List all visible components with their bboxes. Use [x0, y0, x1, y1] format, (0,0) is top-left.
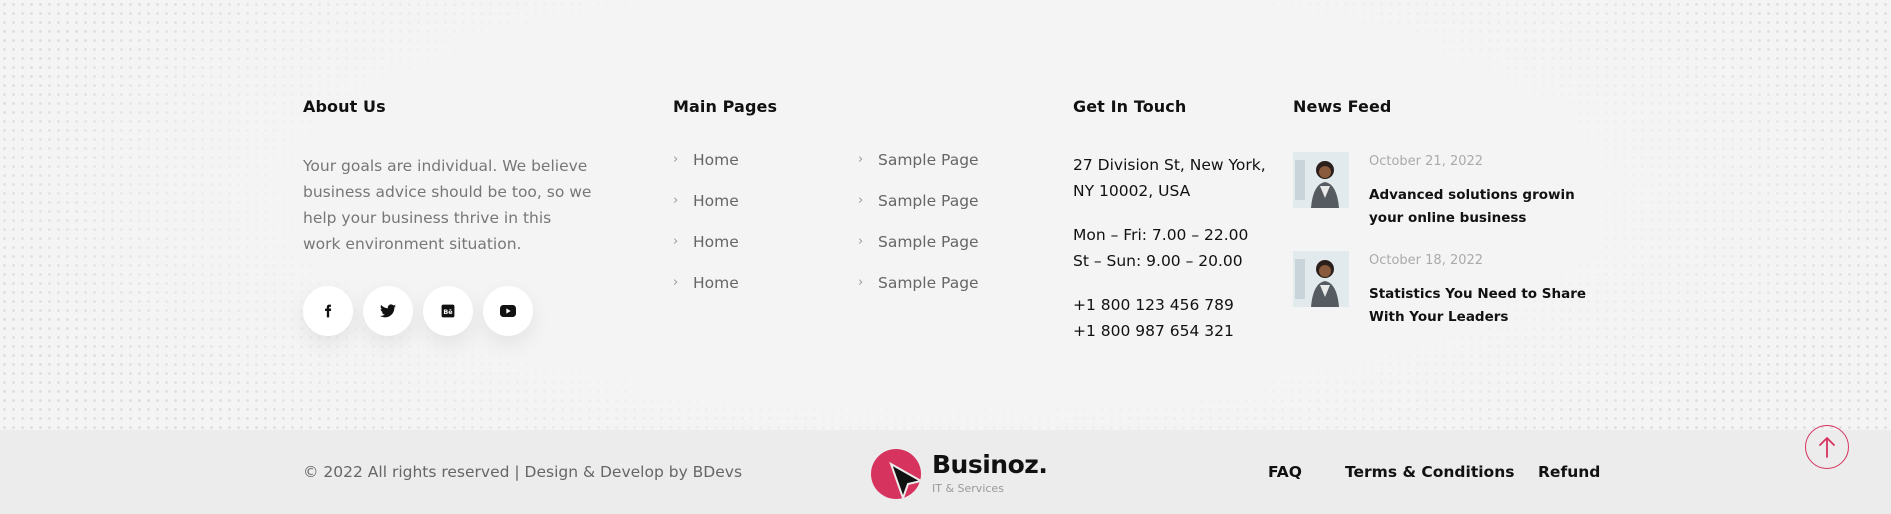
- nav-link-home[interactable]: › Home: [673, 180, 739, 221]
- chevron-right-icon: ›: [673, 275, 679, 290]
- twitter-button[interactable]: [363, 286, 413, 336]
- chevron-right-icon: ›: [858, 152, 864, 167]
- news-item: October 18, 2022 Statistics You Need to …: [1293, 251, 1613, 331]
- nav-link-home[interactable]: › Home: [673, 262, 739, 303]
- facebook-icon: [325, 304, 332, 318]
- news-item: October 21, 2022 Advanced solutions grow…: [1293, 152, 1613, 232]
- brand-tagline: IT & Services: [932, 482, 1004, 495]
- hours-line: St – Sun: 9.00 – 20.00: [1073, 252, 1243, 270]
- footer-widgets: About Us Your goals are individual. We b…: [0, 0, 1891, 430]
- contact-hours: Mon – Fri: 7.00 – 22.00 St – Sun: 9.00 –…: [1073, 222, 1248, 274]
- arrow-up-icon: [1819, 437, 1835, 458]
- main-pages-list-1: › Home › Home › Home › Home: [673, 139, 739, 303]
- main-pages-list-2: › Sample Page › Sample Page › Sample Page ›…: [858, 139, 979, 303]
- nav-link-home[interactable]: › Home: [673, 221, 739, 262]
- main-pages-title: Main Pages: [673, 97, 778, 116]
- address-line: NY 10002, USA: [1073, 182, 1191, 200]
- news-title: News Feed: [1293, 97, 1392, 116]
- phone-link[interactable]: +1 800 987 654 321: [1073, 318, 1234, 344]
- news-date: October 18, 2022: [1369, 253, 1484, 268]
- news-thumbnail[interactable]: [1293, 251, 1349, 307]
- news-title-link[interactable]: Advanced solutions growin your online bu…: [1369, 184, 1599, 230]
- chevron-right-icon: ›: [858, 193, 864, 208]
- twitter-icon: [380, 304, 396, 318]
- chevron-right-icon: ›: [673, 193, 679, 208]
- person-image: [1293, 152, 1349, 208]
- news-thumbnail[interactable]: [1293, 152, 1349, 208]
- terms-link[interactable]: Terms & Conditions: [1345, 463, 1514, 481]
- scroll-to-top-button[interactable]: [1805, 425, 1849, 469]
- hours-line: Mon – Fri: 7.00 – 22.00: [1073, 226, 1249, 244]
- nav-link-sample-page[interactable]: › Sample Page: [858, 221, 979, 262]
- nav-link-home[interactable]: › Home: [673, 139, 739, 180]
- address-line: 27 Division St, New York,: [1073, 156, 1266, 174]
- news-title-link[interactable]: Statistics You Need to Share With Your L…: [1369, 283, 1599, 329]
- youtube-icon: [500, 305, 516, 317]
- refund-link[interactable]: Refund: [1538, 463, 1600, 481]
- behance-button[interactable]: Bē: [423, 286, 473, 336]
- logo-icon: [871, 449, 924, 501]
- contact-title: Get In Touch: [1073, 97, 1187, 116]
- nav-link-sample-page[interactable]: › Sample Page: [858, 180, 979, 221]
- contact-address: 27 Division St, New York, NY 10002, USA: [1073, 152, 1266, 204]
- phone-link[interactable]: +1 800 123 456 789: [1073, 292, 1234, 318]
- person-image: [1293, 251, 1349, 307]
- youtube-button[interactable]: [483, 286, 533, 336]
- chevron-right-icon: ›: [858, 275, 864, 290]
- nav-link-sample-page[interactable]: › Sample Page: [858, 139, 979, 180]
- social-links: Bē: [303, 286, 533, 336]
- chevron-right-icon: ›: [673, 234, 679, 249]
- brand-logo[interactable]: Businoz. IT & Services: [871, 448, 1048, 502]
- nav-link-sample-page[interactable]: › Sample Page: [858, 262, 979, 303]
- about-text: Your goals are individual. We believe bu…: [303, 157, 592, 253]
- about-title: About Us: [303, 97, 386, 116]
- footer-bottom-bar: © 2022 All rights reserved | Design & De…: [0, 430, 1891, 514]
- faq-link[interactable]: FAQ: [1268, 463, 1302, 481]
- brand-name: Businoz.: [932, 450, 1048, 479]
- chevron-right-icon: ›: [858, 234, 864, 249]
- copyright-text: © 2022 All rights reserved | Design & De…: [303, 463, 743, 481]
- news-date: October 21, 2022: [1369, 154, 1484, 169]
- behance-icon: Bē: [441, 304, 455, 318]
- chevron-right-icon: ›: [673, 152, 679, 167]
- contact-phones: +1 800 123 456 789 +1 800 987 654 321: [1073, 292, 1234, 344]
- svg-text:Bē: Bē: [443, 308, 453, 316]
- facebook-button[interactable]: [303, 286, 353, 336]
